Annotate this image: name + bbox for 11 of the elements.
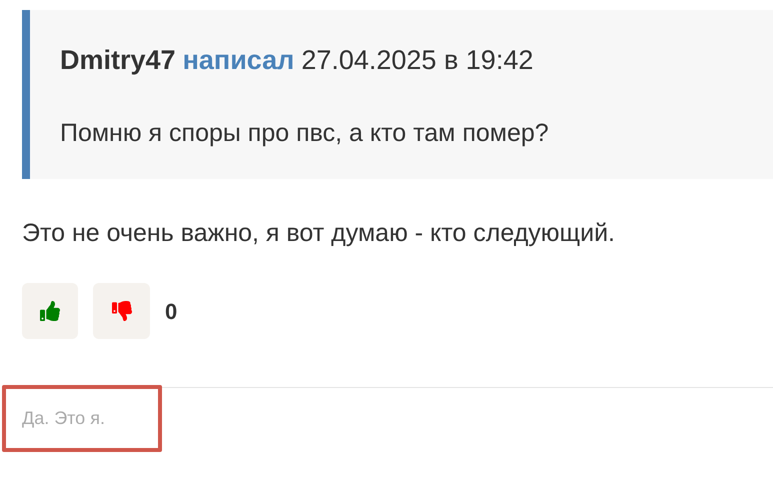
thumbs-up-icon — [40, 301, 60, 321]
author-name[interactable]: Dmitry47 — [60, 42, 176, 78]
dislike-button[interactable] — [93, 283, 150, 339]
post-date: 27.04.2025 в 19:42 — [301, 44, 534, 77]
like-button[interactable] — [22, 283, 78, 339]
message-text: Это не очень важно, я вот думаю - кто следующий. — [22, 218, 616, 249]
thumbs-down-icon — [112, 301, 132, 321]
signature-text: Да. Это я. — [22, 407, 105, 430]
wrote-link[interactable]: написал — [182, 42, 294, 78]
reaction-count: 0 — [165, 298, 178, 326]
quote-text: Помню я споры про пвс, а кто там помер? — [60, 118, 550, 149]
